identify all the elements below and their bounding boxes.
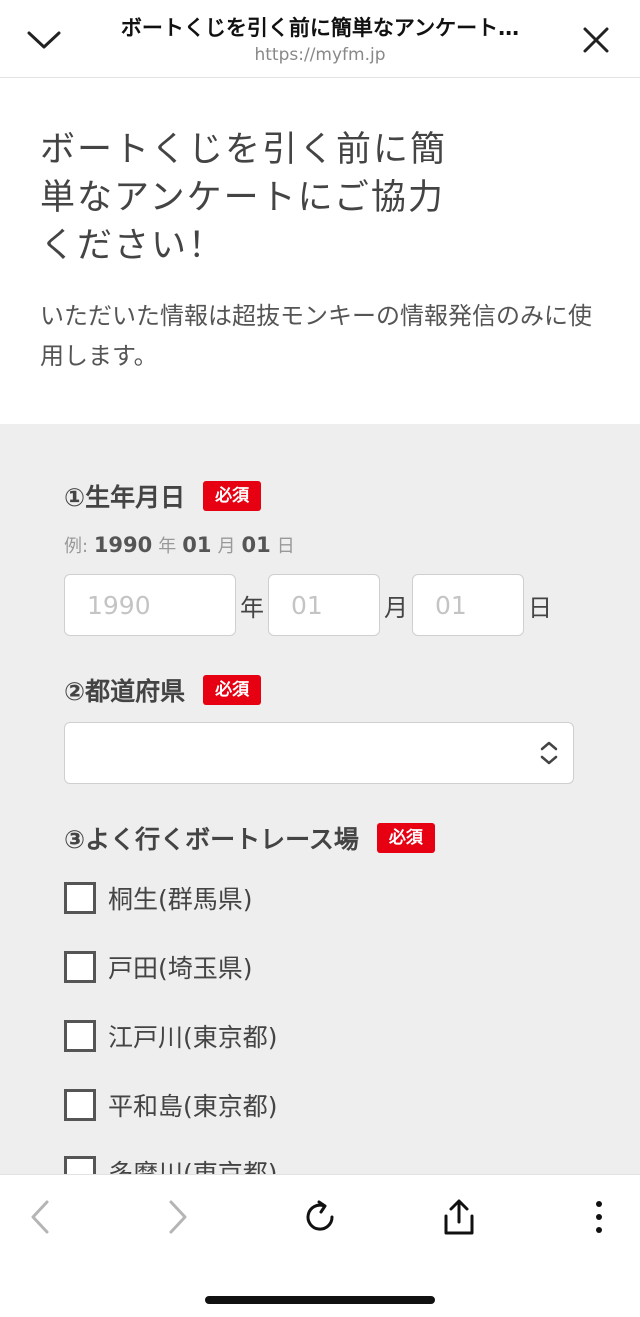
share-icon bbox=[444, 1199, 474, 1235]
venue-option[interactable]: 平和島(東京都) bbox=[64, 1087, 278, 1123]
heading-line: ください！ bbox=[40, 226, 226, 266]
birthdate-label-row: ①生年月日 必須 bbox=[64, 478, 262, 514]
share-button[interactable] bbox=[429, 1195, 489, 1239]
more-vertical-icon bbox=[596, 1201, 602, 1233]
forward-button[interactable] bbox=[148, 1195, 208, 1239]
heading-line: 単なアンケートにご協力 bbox=[40, 178, 445, 218]
venue-option-label: 桐生(群馬県) bbox=[108, 885, 253, 914]
day-unit: 日 bbox=[528, 593, 552, 622]
browser-top-bar: ボートくじを引く前に簡単なアンケート… https://myfm.jp bbox=[0, 0, 640, 78]
birth-day-input[interactable]: 01 bbox=[412, 574, 524, 636]
checkbox[interactable] bbox=[64, 882, 96, 914]
checkbox[interactable] bbox=[64, 1089, 96, 1121]
select-updown-icon bbox=[540, 741, 558, 765]
back-button[interactable] bbox=[10, 1195, 70, 1239]
chevron-down-icon bbox=[27, 31, 61, 49]
required-badge: 必須 bbox=[376, 823, 435, 853]
prefecture-label: ②都道府県 bbox=[64, 677, 186, 706]
page-url: https://myfm.jp bbox=[254, 45, 386, 65]
prefecture-select[interactable] bbox=[64, 722, 574, 784]
checkbox[interactable] bbox=[64, 951, 96, 983]
venue-option[interactable]: 江戸川(東京都) bbox=[64, 1018, 278, 1054]
browser-bottom-toolbar bbox=[0, 1174, 640, 1317]
birthdate-label: ①生年月日 bbox=[64, 483, 186, 512]
heading-line: ボートくじを引く前に簡 bbox=[40, 130, 448, 170]
required-badge: 必須 bbox=[203, 481, 262, 511]
survey-form: ①生年月日 必須 例: 1990 年 01 月 01 日 1990 年 01 月 01 日… bbox=[0, 424, 640, 1174]
boat-race-label-row: ③よく行くボートレース場 必須 bbox=[64, 820, 435, 856]
page-title: ボートくじを引く前に簡単なアンケート… bbox=[120, 16, 520, 40]
venue-option[interactable]: 桐生(群馬県) bbox=[64, 880, 253, 916]
birthdate-example: 例: 1990 年 01 月 01 日 bbox=[64, 533, 295, 557]
boat-race-label: ③よく行くボートレース場 bbox=[64, 825, 359, 854]
venue-option-label: 戸田(埼玉県) bbox=[108, 954, 253, 983]
venue-option-label: 多摩川(東京都) bbox=[108, 1159, 278, 1174]
chevron-left-icon bbox=[31, 1200, 49, 1234]
birth-year-input[interactable]: 1990 bbox=[64, 574, 236, 636]
venue-option-label: 江戸川(東京都) bbox=[108, 1023, 278, 1052]
required-badge: 必須 bbox=[203, 675, 262, 705]
reload-icon bbox=[306, 1200, 334, 1231]
checkbox[interactable] bbox=[64, 1156, 96, 1174]
checkbox[interactable] bbox=[64, 1020, 96, 1052]
survey-description: いただいた情報は超抜モンキーの情報発信のみに使用します。 bbox=[40, 302, 592, 370]
survey-heading: ボートくじを引く前に簡 単なアンケートにご協力 ください！ bbox=[40, 126, 480, 270]
year-unit: 年 bbox=[240, 593, 264, 622]
venue-option-label: 平和島(東京都) bbox=[108, 1092, 278, 1121]
birthdate-inputs: 1990 年 01 月 01 日 bbox=[64, 574, 556, 636]
intro-section: ボートくじを引く前に簡 単なアンケートにご協力 ください！ いただいた情報は超抜… bbox=[0, 78, 640, 424]
prefecture-label-row: ②都道府県 必須 bbox=[64, 672, 262, 708]
more-options-button[interactable] bbox=[569, 1195, 629, 1239]
home-indicator bbox=[205, 1296, 435, 1304]
venue-option[interactable]: 戸田(埼玉県) bbox=[64, 949, 253, 985]
venue-option[interactable]: 多摩川(東京都) bbox=[64, 1154, 278, 1174]
month-unit: 月 bbox=[384, 593, 408, 622]
reload-button[interactable] bbox=[290, 1195, 350, 1239]
birth-month-input[interactable]: 01 bbox=[268, 574, 380, 636]
chevron-right-icon bbox=[169, 1200, 187, 1234]
close-icon bbox=[583, 27, 609, 53]
close-button[interactable] bbox=[568, 12, 624, 68]
collapse-button[interactable] bbox=[16, 12, 72, 68]
